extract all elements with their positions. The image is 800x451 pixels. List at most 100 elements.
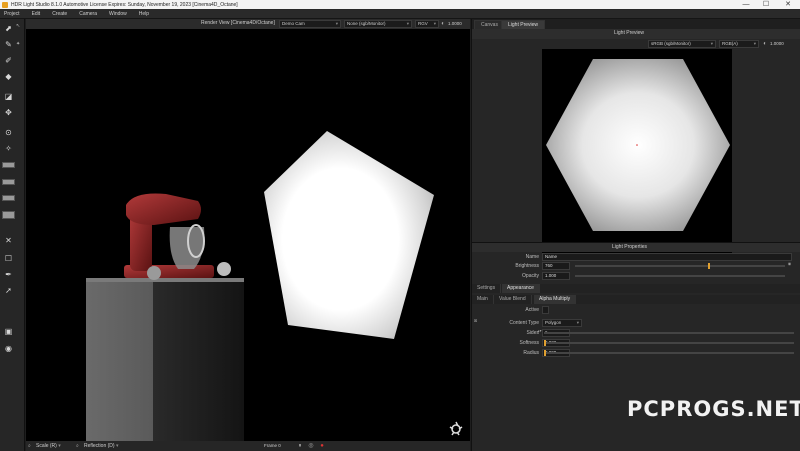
- app-logo-icon: [2, 1, 8, 8]
- tab-settings[interactable]: Settings: [472, 284, 502, 293]
- frame-tool-icon[interactable]: ☐: [3, 253, 14, 264]
- menu-camera[interactable]: Camera: [79, 11, 97, 17]
- preview-exposure-icon[interactable]: ◐: [761, 40, 769, 48]
- content-type-select[interactable]: Polygon: [542, 319, 582, 327]
- right-panel: Canvas Light Preview Light Preview sRGB …: [471, 19, 800, 451]
- appearance-tabs: Main Value Blend Alpha Multiply: [472, 295, 800, 304]
- pentagon-light[interactable]: [264, 131, 434, 339]
- delete-tool-icon[interactable]: ✕: [3, 235, 14, 246]
- sides-row: Sides 6 ▴▾: [472, 329, 800, 338]
- pen-tool-icon[interactable]: ✒: [3, 269, 14, 280]
- menu-create[interactable]: Create: [52, 11, 67, 17]
- tab-alpha-multiply[interactable]: Alpha Multiply: [534, 295, 577, 304]
- render-view-header: Render View [Cinema4D/Octane] Demo Cam N…: [26, 19, 470, 29]
- tab-value-blend[interactable]: Value Blend: [494, 295, 532, 304]
- softness-label: Softness: [519, 340, 539, 346]
- left-toolbar: ⬈ ↖ ✎ ✦ ✐ ◆ ◪ ✥ ⊙ ✧ ✕ ☐ ✒ ➚ ▣ ◉: [0, 19, 25, 451]
- active-label: Active: [525, 307, 539, 313]
- brightness-label: Brightness: [515, 263, 539, 269]
- center-marker: [636, 144, 638, 146]
- preview-exposure-value[interactable]: 1.0000: [770, 40, 784, 48]
- softness-slider[interactable]: [544, 340, 794, 346]
- octane-logo-icon: [449, 421, 463, 436]
- active-checkbox[interactable]: [542, 306, 549, 314]
- light-preview-toolbar: sRGB (sgb/Monitor) RGB(A) ◐ 1.0000: [472, 39, 800, 49]
- opacity-row: Opacity 1.000: [472, 272, 800, 281]
- eraser-tool-icon[interactable]: ◆: [3, 71, 14, 82]
- panel-light-tool-icon[interactable]: [2, 195, 15, 201]
- sides-stepper-icon[interactable]: ▴▾: [537, 329, 542, 337]
- name-field[interactable]: Name: [542, 253, 792, 261]
- tab-light-preview[interactable]: Light Preview: [501, 20, 546, 29]
- target-tool-icon[interactable]: ⊙: [3, 127, 14, 138]
- content-type-label: Content Type: [509, 320, 539, 326]
- brightness-field[interactable]: 760: [542, 262, 570, 270]
- content-type-row: ⊠ Content Type Polygon: [472, 319, 800, 328]
- pedestal-top: [86, 278, 244, 282]
- light-preview-image: [546, 59, 730, 231]
- menu-window[interactable]: Window: [109, 11, 127, 17]
- watermark: PCPROGS.NET: [627, 397, 800, 421]
- hexagon-light[interactable]: [546, 59, 730, 231]
- opacity-field[interactable]: 1.000: [542, 272, 570, 280]
- minimize-button[interactable]: —: [736, 0, 756, 9]
- maximize-button[interactable]: ☐: [756, 0, 776, 9]
- brightness-slider[interactable]: [575, 263, 785, 269]
- active-row: Active: [472, 306, 800, 315]
- menu-edit[interactable]: Edit: [32, 11, 41, 17]
- window-title: HDR Light Studio 8.1.0 Automotive Licens…: [11, 1, 238, 8]
- light-preview-canvas[interactable]: [542, 49, 732, 261]
- area-light-tool-icon[interactable]: [2, 162, 15, 168]
- strip-light-tool-icon[interactable]: [2, 179, 15, 185]
- brush-tool-icon[interactable]: ✐: [3, 55, 14, 66]
- tab-main[interactable]: Main: [472, 295, 494, 304]
- title-bar: HDR Light Studio 8.1.0 Automotive Licens…: [0, 0, 800, 9]
- gradient-tool-icon[interactable]: ◪: [3, 91, 14, 102]
- preview-colorspace-select[interactable]: sRGB (sgb/Monitor): [648, 40, 716, 48]
- close-button[interactable]: ✕: [778, 0, 798, 9]
- paint-tool-icon[interactable]: ✎: [3, 39, 14, 50]
- stop-button[interactable]: ●: [318, 442, 326, 450]
- radius-row: Radius 0.000: [472, 349, 800, 358]
- select-tool-icon[interactable]: ⬈: [3, 23, 14, 34]
- render-viewport[interactable]: [26, 29, 470, 441]
- brightness-row: Brightness 760 ◉: [472, 262, 800, 271]
- exposure-value[interactable]: 1.0000: [448, 20, 462, 28]
- mode-select[interactable]: RGV: [415, 20, 439, 28]
- name-row: Name Name: [472, 253, 800, 262]
- arrow-tool-icon[interactable]: ➚: [3, 285, 14, 296]
- render-view-title: Render View [Cinema4D/Octane]: [201, 20, 275, 26]
- light-properties-title: Light Properties: [612, 244, 648, 250]
- pointer-tool-icon[interactable]: ↖: [16, 23, 22, 29]
- light-tool-icon[interactable]: ✦: [16, 41, 22, 47]
- move-tool-icon[interactable]: ✥: [3, 107, 14, 118]
- render-view-footer: Scale (R) Reflection (D) Frame 0 ⏸ ◎ ●: [26, 441, 470, 451]
- menu-help[interactable]: Help: [139, 11, 149, 17]
- render-icon[interactable]: ◎: [307, 442, 315, 450]
- opacity-slider[interactable]: [575, 275, 785, 277]
- name-label: Name: [525, 254, 539, 260]
- hdr-tool-icon[interactable]: ▣: [3, 326, 14, 337]
- menu-bar: Project Edit Create Camera Window Help: [0, 9, 800, 19]
- scale-select[interactable]: Scale (R): [28, 442, 61, 450]
- softbox-tool-icon[interactable]: [2, 211, 15, 219]
- preview-channel-select[interactable]: RGB(A): [719, 40, 759, 48]
- light-properties-header: Light Properties: [472, 242, 800, 252]
- reflection-select[interactable]: Reflection (D): [76, 442, 118, 450]
- menu-project[interactable]: Project: [4, 11, 20, 17]
- colorspace-select[interactable]: None (sgb/Monitor): [344, 20, 412, 28]
- spot-tool-icon[interactable]: ✧: [3, 143, 14, 154]
- pause-button[interactable]: ⏸: [296, 442, 304, 450]
- brightness-reset-icon[interactable]: ◉: [787, 262, 792, 270]
- exposure-icon[interactable]: ◐: [439, 20, 447, 28]
- radius-label: Radius: [523, 350, 539, 356]
- sides-slider[interactable]: [544, 332, 794, 334]
- camera-select[interactable]: Demo Cam: [279, 20, 341, 28]
- frame-label: Frame 0: [264, 443, 281, 448]
- tab-appearance[interactable]: Appearance: [502, 284, 540, 293]
- radius-slider[interactable]: [544, 350, 794, 356]
- camera-tool-icon[interactable]: ◉: [3, 343, 14, 354]
- render-scene: [86, 131, 463, 441]
- light-preview-header: Light Preview: [472, 29, 800, 39]
- stand-mixer: [124, 193, 231, 280]
